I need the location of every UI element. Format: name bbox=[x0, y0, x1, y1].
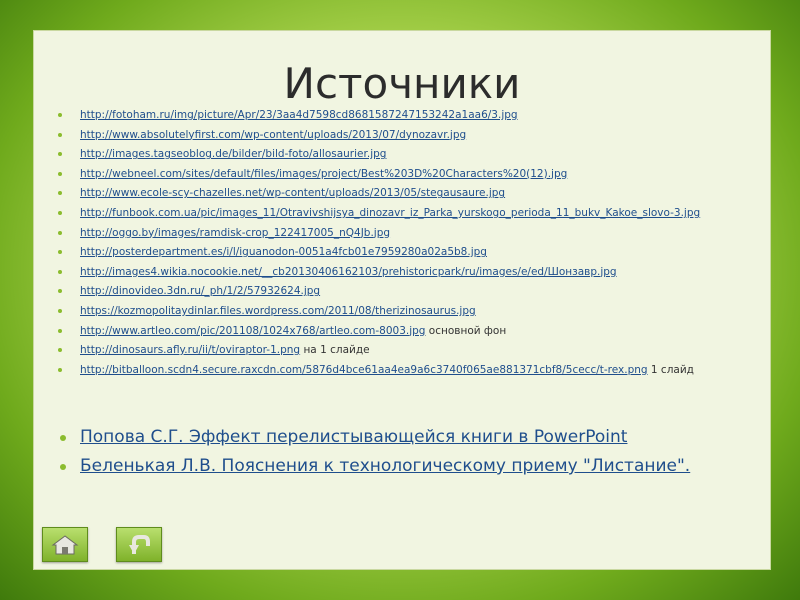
return-button[interactable] bbox=[116, 527, 162, 562]
list-item: http://oggo.by/images/ramdisk-crop_12241… bbox=[54, 226, 764, 240]
reference-item: Беленькая Л.В. Пояснения к технологическ… bbox=[56, 456, 756, 477]
list-item: http://fotoham.ru/img/picture/Apr/23/3aa… bbox=[54, 108, 764, 122]
source-link[interactable]: http://www.artleo.com/pic/201108/1024x76… bbox=[80, 325, 425, 337]
list-item: http://images4.wikia.nocookie.net/__cb20… bbox=[54, 265, 764, 279]
list-item: https://kozmopolitaydinlar.files.wordpre… bbox=[54, 304, 764, 318]
list-item: http://images.tagseoblog.de/bilder/bild-… bbox=[54, 147, 764, 161]
reference-link[interactable]: Попова С.Г. Эффект перелистывающейся кни… bbox=[80, 427, 627, 447]
list-item: http://www.absolutelyfirst.com/wp-conten… bbox=[54, 128, 764, 142]
source-link[interactable]: http://www.ecole-scy-chazelles.net/wp-co… bbox=[80, 187, 505, 199]
source-link[interactable]: http://dinosaurs.afly.ru/ii/t/oviraptor-… bbox=[80, 344, 300, 356]
slide-title: Источники bbox=[283, 59, 521, 108]
slide-panel: Источники http://fotoham.ru/img/picture/… bbox=[33, 30, 771, 570]
source-link[interactable]: http://posterdepartment.es/i/l/iguanodon… bbox=[80, 246, 487, 258]
source-link[interactable]: http://images.tagseoblog.de/bilder/bild-… bbox=[80, 148, 386, 160]
reference-item: Попова С.Г. Эффект перелистывающейся кни… bbox=[56, 427, 756, 448]
list-item: http://funbook.com.ua/pic/images_11/Otra… bbox=[54, 206, 764, 220]
list-item: http://www.artleo.com/pic/201108/1024x76… bbox=[54, 324, 764, 338]
home-icon bbox=[51, 534, 79, 554]
source-link[interactable]: http://funbook.com.ua/pic/images_11/Otra… bbox=[80, 207, 700, 219]
source-link[interactable]: http://dinovideo.3dn.ru/_ph/1/2/57932624… bbox=[80, 285, 320, 297]
references-list: Попова С.Г. Эффект перелистывающейся кни… bbox=[56, 427, 756, 485]
reference-link[interactable]: Беленькая Л.В. Пояснения к технологическ… bbox=[80, 456, 690, 476]
list-item: http://www.ecole-scy-chazelles.net/wp-co… bbox=[54, 186, 764, 200]
source-link[interactable]: http://www.absolutelyfirst.com/wp-conten… bbox=[80, 129, 466, 141]
return-arrow-icon bbox=[129, 534, 150, 554]
source-link[interactable]: https://kozmopolitaydinlar.files.wordpre… bbox=[80, 305, 476, 317]
home-button[interactable] bbox=[42, 527, 88, 562]
source-links-list: http://fotoham.ru/img/picture/Apr/23/3aa… bbox=[54, 108, 764, 382]
source-link[interactable]: http://fotoham.ru/img/picture/Apr/23/3aa… bbox=[80, 109, 518, 121]
list-item: http://webneel.com/sites/default/files/i… bbox=[54, 167, 764, 181]
source-link[interactable]: http://oggo.by/images/ramdisk-crop_12241… bbox=[80, 227, 390, 239]
list-item: http://dinosaurs.afly.ru/ii/t/oviraptor-… bbox=[54, 343, 764, 357]
source-link[interactable]: http://webneel.com/sites/default/files/i… bbox=[80, 168, 567, 180]
list-item: http://bitballoon.scdn4.secure.raxcdn.co… bbox=[54, 363, 764, 377]
source-link[interactable]: http://bitballoon.scdn4.secure.raxcdn.co… bbox=[80, 364, 648, 376]
list-item: http://posterdepartment.es/i/l/iguanodon… bbox=[54, 245, 764, 259]
list-item: http://dinovideo.3dn.ru/_ph/1/2/57932624… bbox=[54, 284, 764, 298]
source-link[interactable]: http://images4.wikia.nocookie.net/__cb20… bbox=[80, 266, 617, 278]
